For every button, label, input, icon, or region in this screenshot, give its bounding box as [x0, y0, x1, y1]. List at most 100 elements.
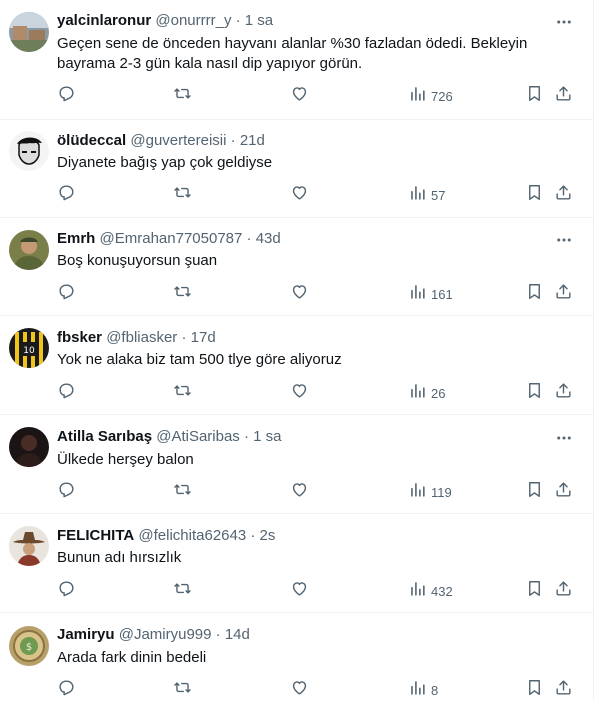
views-button[interactable]: 726 [408, 85, 453, 107]
like-icon [290, 282, 309, 306]
bookmark-button[interactable] [525, 580, 544, 602]
author-name[interactable]: Emrh [57, 230, 95, 247]
bookmark-button[interactable] [525, 481, 544, 503]
author-handle[interactable]: @guvertereisii [130, 132, 226, 149]
share-button[interactable] [554, 382, 573, 404]
tweet[interactable]: Atilla Sarıbaş @AtiSaribas · 1 sa Ülkede… [0, 416, 594, 514]
share-button[interactable] [554, 580, 573, 602]
timestamp[interactable]: 17d [191, 329, 216, 346]
svg-text:10: 10 [23, 346, 35, 356]
more-icon[interactable] [554, 12, 574, 32]
views-button[interactable]: 119 [408, 481, 452, 503]
views-button[interactable]: 57 [408, 184, 445, 206]
tweet[interactable]: yalcinlaronur @onurrrr_y · 1 sa Geçen se… [0, 0, 594, 120]
avatar[interactable]: 10 [9, 328, 49, 368]
reply-button[interactable] [57, 679, 76, 701]
tweet[interactable]: $ Jamiryu @Jamiryu999 · 14d Arada fark d… [0, 614, 594, 712]
like-button[interactable] [290, 184, 309, 206]
views-icon [408, 282, 427, 306]
more-icon[interactable] [554, 230, 574, 250]
author-handle[interactable]: @Jamiryu999 [119, 626, 212, 643]
like-button[interactable] [290, 283, 309, 305]
bookmark-icon [525, 84, 544, 108]
timestamp[interactable]: 21d [240, 132, 265, 149]
bookmark-button[interactable] [525, 679, 544, 701]
like-button[interactable] [290, 85, 309, 107]
tweet-actions: 161 [57, 283, 594, 305]
timestamp[interactable]: 1 sa [253, 428, 281, 445]
share-button[interactable] [554, 283, 573, 305]
share-button[interactable] [554, 85, 573, 107]
reply-button[interactable] [57, 85, 76, 107]
timestamp[interactable]: 43d [256, 230, 281, 247]
bookmark-button[interactable] [525, 382, 544, 404]
tweet[interactable]: 10 fbsker @fbliasker · 17d Yok ne alaka … [0, 317, 594, 415]
bookmark-button[interactable] [525, 184, 544, 206]
like-button[interactable] [290, 679, 309, 701]
tweet[interactable]: ölüdeccal @guvertereisii · 21d Diyanete … [0, 120, 594, 218]
timestamp[interactable]: 2s [260, 527, 276, 544]
views-button[interactable]: 432 [408, 580, 453, 602]
author-name[interactable]: Jamiryu [57, 626, 115, 643]
author-name[interactable]: yalcinlaronur [57, 12, 151, 29]
tweet-actions: 119 [57, 481, 594, 503]
author-handle[interactable]: @fbliasker [106, 329, 177, 346]
reply-icon [57, 84, 76, 108]
bookmark-button[interactable] [525, 85, 544, 107]
retweet-button[interactable] [173, 679, 192, 701]
reply-button[interactable] [57, 382, 76, 404]
views-count: 161 [431, 286, 453, 302]
reply-button[interactable] [57, 184, 76, 206]
share-button[interactable] [554, 481, 573, 503]
views-button[interactable]: 26 [408, 382, 445, 404]
like-button[interactable] [290, 580, 309, 602]
separator: · [230, 132, 236, 149]
reply-button[interactable] [57, 283, 76, 305]
retweet-button[interactable] [173, 580, 192, 602]
tweet-text: Yok ne alaka biz tam 500 tlye göre aliyo… [57, 351, 342, 368]
retweet-button[interactable] [173, 382, 192, 404]
avatar[interactable]: $ [9, 626, 49, 666]
author-name[interactable]: Atilla Sarıbaş [57, 428, 152, 445]
retweet-button[interactable] [173, 283, 192, 305]
share-button[interactable] [554, 679, 573, 701]
views-icon [408, 678, 427, 702]
author-name[interactable]: fbsker [57, 329, 102, 346]
tweet[interactable]: Emrh @Emrahan77050787 · 43d Boş konuşuyo… [0, 218, 594, 316]
avatar[interactable] [9, 131, 49, 171]
avatar[interactable] [9, 526, 49, 566]
tweet-header: fbsker @fbliasker · 17d [57, 328, 216, 348]
share-icon [554, 381, 573, 405]
retweet-button[interactable] [173, 184, 192, 206]
author-handle[interactable]: @felichita62643 [138, 527, 246, 544]
author-name[interactable]: FELICHITA [57, 527, 134, 544]
bookmark-icon [525, 480, 544, 504]
reply-button[interactable] [57, 481, 76, 503]
more-icon[interactable] [554, 428, 574, 448]
tweet-actions: 432 [57, 580, 594, 602]
avatar[interactable] [9, 230, 49, 270]
timestamp[interactable]: 14d [225, 626, 250, 643]
avatar[interactable] [9, 427, 49, 467]
views-icon [408, 381, 427, 405]
author-handle[interactable]: @Emrahan77050787 [100, 230, 243, 247]
author-handle[interactable]: @onurrrr_y [155, 12, 231, 29]
share-button[interactable] [554, 184, 573, 206]
retweet-button[interactable] [173, 481, 192, 503]
author-name[interactable]: ölüdeccal [57, 132, 126, 149]
bookmark-button[interactable] [525, 283, 544, 305]
timestamp[interactable]: 1 sa [245, 12, 273, 29]
tweet[interactable]: FELICHITA @felichita62643 · 2s Bunun adı… [0, 515, 594, 613]
tweet-header: FELICHITA @felichita62643 · 2s [57, 526, 275, 546]
like-button[interactable] [290, 481, 309, 503]
retweet-button[interactable] [173, 85, 192, 107]
author-handle[interactable]: @AtiSaribas [156, 428, 240, 445]
reply-button[interactable] [57, 580, 76, 602]
views-button[interactable]: 8 [408, 679, 438, 701]
bookmark-icon [525, 282, 544, 306]
avatar[interactable] [9, 12, 49, 52]
like-button[interactable] [290, 382, 309, 404]
tweet-actions: 57 [57, 184, 594, 206]
retweet-icon [173, 678, 192, 702]
views-button[interactable]: 161 [408, 283, 453, 305]
